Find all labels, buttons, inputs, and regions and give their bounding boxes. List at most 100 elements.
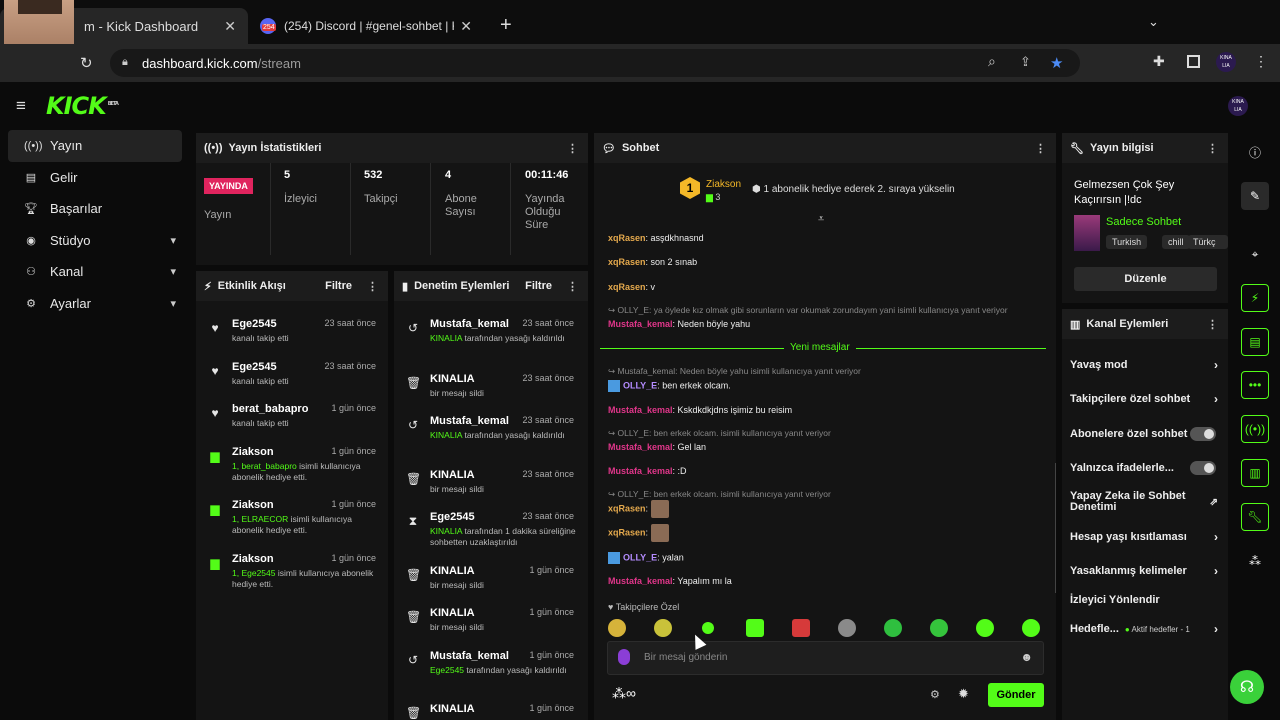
lightning-icon[interactable]: ⚡︎ <box>1241 284 1269 312</box>
sidebar-item-yayin[interactable]: ((•)) Yayın <box>8 130 182 162</box>
chat-settings-icon[interactable]: ⚙ <box>930 688 940 701</box>
chat-username[interactable]: xqRasen <box>608 503 646 513</box>
emote-9[interactable] <box>976 619 994 637</box>
verified-badge-icon <box>608 552 620 564</box>
filter-button[interactable]: Filtre <box>525 280 552 292</box>
chat-icon[interactable]: ••• <box>1241 371 1269 399</box>
pin-collapse-icon[interactable]: ⩡ <box>818 213 824 226</box>
chat-username[interactable]: xqRasen <box>608 257 646 267</box>
chat-message: xqRasen: son 2 sınab <box>608 257 698 267</box>
support-headset-icon[interactable]: ☊ <box>1230 670 1264 704</box>
goals-row[interactable]: Hedefle... ● Aktif hedefler - 1 › <box>1062 612 1228 646</box>
document-icon[interactable]: ▤ <box>1241 328 1269 356</box>
chat-username[interactable]: Mustafa_kemal <box>608 319 673 329</box>
chat-bubble-icon: 💬︎ <box>602 142 616 155</box>
url-path: /stream <box>257 55 301 71</box>
chat-username[interactable]: OLLY_E <box>623 552 657 562</box>
tab-discord[interactable]: 254 (254) Discord | #genel-sohbet | Ki ✕ <box>250 8 484 44</box>
ai-moderation-row[interactable]: Yapay Zeka ile Sohbet Denetimi ⇗ <box>1062 485 1228 519</box>
chat-text: Yapalım mı la <box>677 576 732 586</box>
broadcast-icon[interactable]: ((•)) <box>1241 415 1269 443</box>
address-bar[interactable]: 🔒︎ dashboard.kick.com/stream ★ ⇪ ⌕ <box>110 49 1080 77</box>
heart-icon: ♥ <box>211 406 219 420</box>
chevron-down-icon[interactable]: ▾ <box>170 265 176 278</box>
emote-1[interactable] <box>608 619 626 637</box>
sidepanel-icon[interactable] <box>1187 55 1200 68</box>
chevron-down-icon[interactable]: ▾ <box>170 297 176 310</box>
microphone-icon[interactable] <box>618 649 630 665</box>
chat-username[interactable]: xqRasen <box>608 233 646 243</box>
emotes-only-toggle[interactable] <box>1190 461 1216 475</box>
emote-3[interactable] <box>702 622 714 634</box>
chat-username[interactable]: Mustafa_kemal <box>608 442 673 452</box>
chat-username[interactable]: Mustafa_kemal <box>608 466 673 476</box>
sidebar-item-gelir[interactable]: ▤ Gelir <box>8 162 182 194</box>
category-name[interactable]: Sadece Sohbet <box>1106 216 1181 228</box>
kebab-menu-icon[interactable]: ⋮ <box>1207 142 1218 155</box>
chat-scrollbar[interactable] <box>1055 463 1056 593</box>
kebab-menu-icon[interactable]: ⋮ <box>367 280 378 293</box>
chat-username[interactable]: OLLY_E <box>623 380 657 390</box>
gift-prompt[interactable]: ⬢ 1 abonelik hediye ederek 2. sıraya yük… <box>752 184 955 195</box>
emote-7[interactable] <box>884 619 902 637</box>
emote-2[interactable] <box>654 619 672 637</box>
reload-icon[interactable]: ↻ <box>80 54 93 72</box>
emote-4[interactable] <box>746 619 764 637</box>
apps-icon[interactable]: ⁂ <box>1241 547 1269 575</box>
info-icon[interactable]: ⓘ <box>1241 138 1269 166</box>
close-icon[interactable]: ✕ <box>460 18 472 35</box>
tag-chip[interactable]: Turkish <box>1106 235 1148 249</box>
layout-icon[interactable]: ▥ <box>1241 459 1269 487</box>
chat-username[interactable]: Mustafa_kemal <box>608 405 673 415</box>
edit-icon[interactable]: ✎ <box>1241 182 1269 210</box>
kebab-menu-icon[interactable]: ⋮ <box>567 142 578 155</box>
filter-button[interactable]: Filtre <box>325 280 352 292</box>
gifter-name[interactable]: Ziakson <box>706 179 741 190</box>
emote-10[interactable] <box>1022 619 1040 637</box>
share-icon[interactable]: ⇪ <box>1020 54 1031 70</box>
account-age-row[interactable]: Hesap yaşı kısıtlaması › <box>1062 520 1228 554</box>
star-icon[interactable]: ★ <box>1050 54 1063 72</box>
wrench-icon[interactable]: 🔧︎ <box>1241 503 1269 531</box>
subscribers-only-toggle[interactable] <box>1190 427 1216 441</box>
zoom-icon[interactable]: ⌕ <box>988 53 996 70</box>
slow-mode-row[interactable]: Yavaş mod › <box>1062 348 1228 382</box>
kebab-menu-icon[interactable]: ⋮ <box>567 280 578 293</box>
profile-avatar[interactable]: KINA LIA <box>1216 52 1236 72</box>
category-thumbnail[interactable] <box>1074 215 1100 251</box>
kebab-menu-icon[interactable]: ⋮ <box>1035 142 1046 155</box>
followers-only-row[interactable]: Takipçilere özel sohbet › <box>1062 382 1228 416</box>
chat-username[interactable]: Mustafa_kemal <box>608 576 673 586</box>
close-icon[interactable]: ✕ <box>224 18 236 35</box>
row-label: Hedefle... <box>1070 623 1119 635</box>
extensions-icon[interactable]: ✚ <box>1153 53 1165 70</box>
sidebar-item-studyo[interactable]: ◉ Stüdyo ▾ <box>8 225 182 257</box>
tab-search-chevron-icon[interactable]: ⌄ <box>1148 14 1159 30</box>
kick-logo[interactable]: KICK BETA <box>46 92 119 120</box>
user-avatar[interactable]: KINA LIA <box>1228 96 1248 116</box>
emote-5[interactable] <box>792 619 810 637</box>
moderation-item: ↺ Mustafa_kemal 23 saat önce KINALIA tarafı… <box>394 315 584 359</box>
gift-icon: ▆ <box>210 502 220 516</box>
infinity-points[interactable]: ⁂∞ <box>612 685 636 702</box>
sidebar-item-kanal[interactable]: ⚇ Kanal ▾ <box>8 256 182 288</box>
sidebar-item-basarilar[interactable]: 🏆︎ Başarılar <box>8 193 182 225</box>
tag-chip[interactable]: Türkç <box>1188 235 1228 249</box>
edit-button[interactable]: Düzenle <box>1074 267 1217 291</box>
send-button[interactable]: Gönder <box>988 683 1044 707</box>
emoji-icon[interactable]: ☻ <box>1020 650 1033 664</box>
emote-8[interactable] <box>930 619 948 637</box>
tag-chip[interactable]: chill <box>1162 235 1190 249</box>
new-tab-icon[interactable]: + <box>500 14 512 37</box>
chat-username[interactable]: xqRasen <box>608 527 646 537</box>
hamburger-menu-icon[interactable]: ≡ <box>16 96 26 116</box>
emote-6[interactable] <box>838 619 856 637</box>
kebab-menu-icon[interactable]: ⋮ <box>1254 53 1268 70</box>
chevron-down-icon[interactable]: ▾ <box>170 234 176 247</box>
kebab-menu-icon[interactable]: ⋮ <box>1207 318 1218 331</box>
chat-input[interactable]: Bir mesaj gönderin ☻ <box>607 641 1044 675</box>
gift-button-icon[interactable]: ✹ <box>958 686 969 702</box>
chat-username[interactable]: xqRasen <box>608 282 646 292</box>
sidebar-item-ayarlar[interactable]: ⚙ Ayarlar ▾ <box>8 288 182 320</box>
focus-icon[interactable]: ⌖ <box>1241 240 1269 268</box>
